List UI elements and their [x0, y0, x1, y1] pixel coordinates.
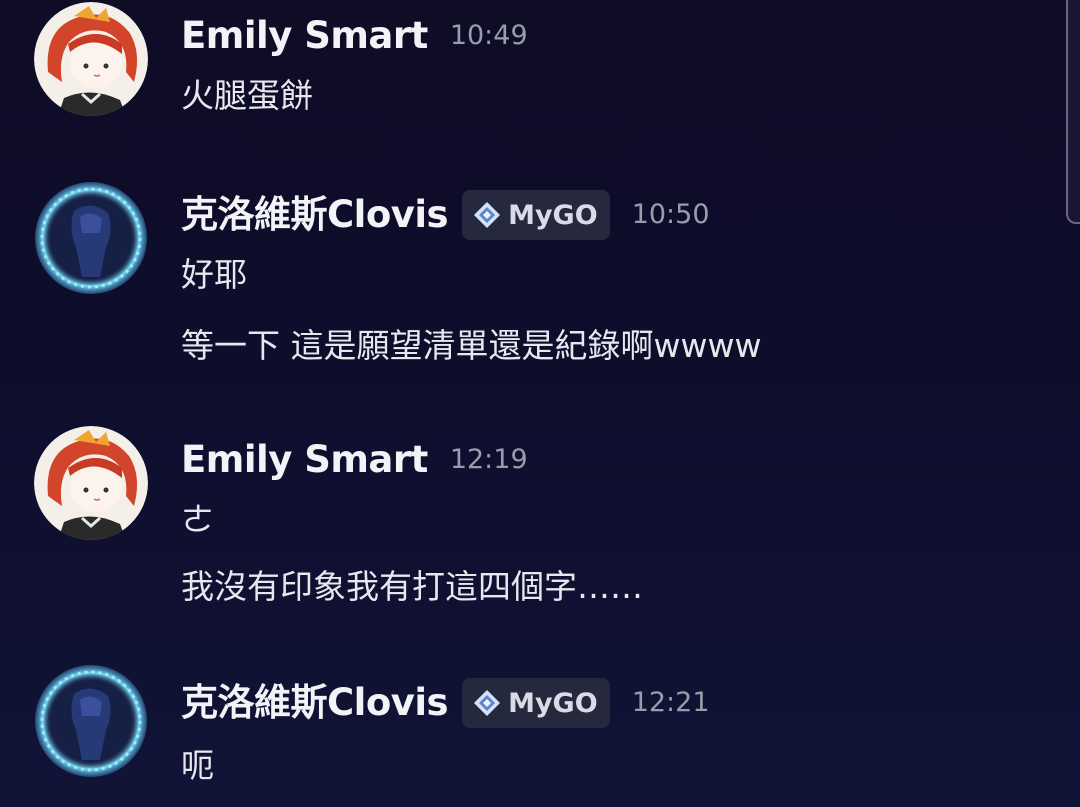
message-group-emily-2: Emily Smart 12:19 ㄜ 我沒有印象我有打這四個字…… [0, 400, 1060, 650]
diamond-sparkle-icon [474, 202, 501, 228]
message-header: 克洛維斯Clovis MyGO 10:50 [181, 190, 710, 240]
timestamp: 12:19 [449, 444, 528, 475]
avatar-emily[interactable] [34, 2, 148, 116]
role-tag[interactable]: MyGO [462, 678, 610, 728]
role-name: MyGO [508, 199, 598, 231]
message-text: 火腿蛋餅 [181, 76, 313, 115]
message-text: 等一下 這是願望清單還是紀錄啊wwww [181, 326, 762, 365]
avatar-clovis[interactable] [34, 181, 148, 295]
username[interactable]: Emily Smart [181, 438, 428, 482]
message-group-emily-1: Emily Smart 10:49 火腿蛋餅 [0, 0, 1060, 160]
avatar-emily-image [34, 2, 148, 116]
message-header: Emily Smart 12:19 [181, 438, 528, 482]
avatar-clovis-image [35, 182, 147, 294]
message-text: 呃 [181, 746, 214, 785]
timestamp: 12:21 [631, 687, 710, 718]
scrollbar[interactable] [1066, 0, 1080, 224]
role-name: MyGO [508, 687, 598, 719]
message-group-clovis-1: 克洛維斯Clovis MyGO 10:50 好耶 等一下 這是願望清單還是紀錄啊… [0, 160, 1060, 400]
username[interactable]: 克洛維斯Clovis [181, 681, 449, 725]
message-text: ㄜ [181, 500, 214, 539]
message-header: Emily Smart 10:49 [181, 14, 528, 58]
avatar-clovis-image [35, 665, 147, 777]
message-group-clovis-2: 克洛維斯Clovis MyGO 12:21 呃 [0, 650, 1060, 807]
message-text: 我沒有印象我有打這四個字…… [181, 567, 643, 606]
avatar-emily-image [34, 426, 148, 540]
username[interactable]: Emily Smart [181, 14, 428, 58]
message-header: 克洛維斯Clovis MyGO 12:21 [181, 678, 710, 728]
timestamp: 10:49 [449, 20, 528, 51]
username[interactable]: 克洛維斯Clovis [181, 193, 449, 237]
avatar-emily[interactable] [34, 426, 148, 540]
role-tag[interactable]: MyGO [462, 190, 610, 240]
message-text: 好耶 [181, 255, 247, 294]
diamond-sparkle-icon [474, 690, 501, 716]
avatar-clovis[interactable] [34, 664, 148, 778]
timestamp: 10:50 [631, 199, 710, 230]
message-feed: Emily Smart 10:49 火腿蛋餅 克洛維斯Clovis MyGO 1… [0, 0, 1080, 807]
